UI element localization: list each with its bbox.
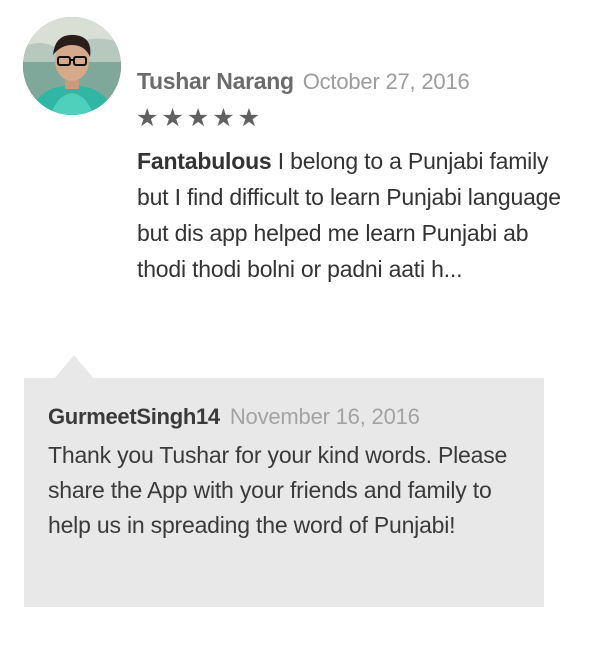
review-body: Fantabulous I belong to a Punjabi family… [137, 143, 577, 287]
reply-text: Thank you Tushar for your kind words. Pl… [48, 442, 508, 538]
review-title: Fantabulous [137, 148, 272, 174]
star-icon: ★ [186, 103, 210, 132]
star-icon: ★ [237, 103, 261, 132]
review-author[interactable]: Tushar Narang [137, 68, 294, 95]
star-icon: ★ [136, 103, 159, 132]
developer-reply: GurmeetSingh14 November 16, 2016 Thank y… [24, 378, 544, 607]
star-icon: ★ [212, 103, 235, 132]
review-date: October 27, 2016 [302, 69, 470, 94]
review-header: Tushar Narang October 27, 2016 [137, 68, 577, 95]
review: Tushar Narang October 27, 2016 ★ ★ ★ ★ ★… [136, 68, 577, 287]
star-rating: ★ ★ ★ ★ ★ [136, 104, 577, 132]
reviewer-avatar[interactable] [23, 17, 121, 115]
reply-header: GurmeetSingh14 November 16, 2016 [48, 404, 520, 430]
reply-author: GurmeetSingh14 [48, 404, 220, 429]
reply-pointer [54, 355, 94, 379]
star-icon: ★ [161, 103, 184, 132]
avatar-photo [23, 17, 121, 115]
reply-date: November 16, 2016 [229, 404, 420, 429]
